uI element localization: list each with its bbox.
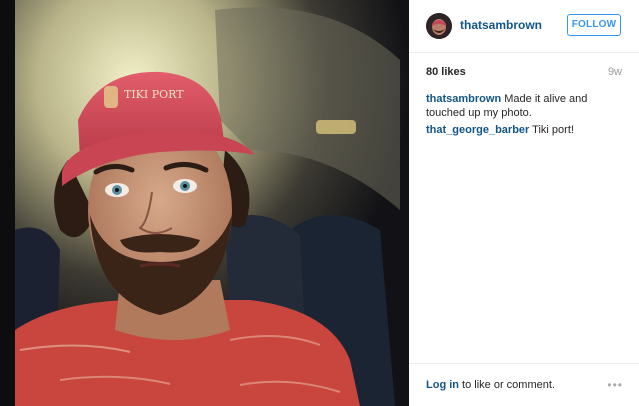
caption-username[interactable]: thatsambrown <box>426 93 501 105</box>
instagram-post: TIKI PORT thatsambrown FOLLOW 80 likes 9… <box>0 0 639 406</box>
follow-button[interactable]: FOLLOW <box>567 14 621 36</box>
comment-username[interactable]: that_george_barber <box>426 124 529 136</box>
post-footer: Log in to like or comment. ••• <box>409 363 639 406</box>
post-details-panel: thatsambrown FOLLOW 80 likes 9w thatsamb… <box>409 0 639 406</box>
comment-item: that_george_barber Tiki port! <box>426 123 622 137</box>
login-prompt-text: to like or comment. <box>459 379 555 391</box>
comments-list: thatsambrown Made it alive and touched u… <box>426 92 622 140</box>
post-photo[interactable]: TIKI PORT <box>0 0 409 406</box>
post-header: thatsambrown FOLLOW <box>409 0 639 53</box>
likes-row: 80 likes 9w <box>426 66 622 80</box>
selfie-image: TIKI PORT <box>0 0 409 406</box>
post-username[interactable]: thatsambrown <box>460 18 542 32</box>
profile-avatar-icon <box>426 13 452 39</box>
caption: thatsambrown Made it alive and touched u… <box>426 92 622 120</box>
avatar[interactable] <box>426 13 452 39</box>
more-options-icon[interactable]: ••• <box>607 378 623 392</box>
comment-text: Tiki port! <box>532 124 574 136</box>
hat-text: TIKI PORT <box>124 88 184 101</box>
login-link[interactable]: Log in <box>426 379 459 391</box>
likes-count[interactable]: 80 likes <box>426 66 466 78</box>
post-age[interactable]: 9w <box>608 66 622 78</box>
login-prompt: Log in to like or comment. <box>426 379 555 391</box>
